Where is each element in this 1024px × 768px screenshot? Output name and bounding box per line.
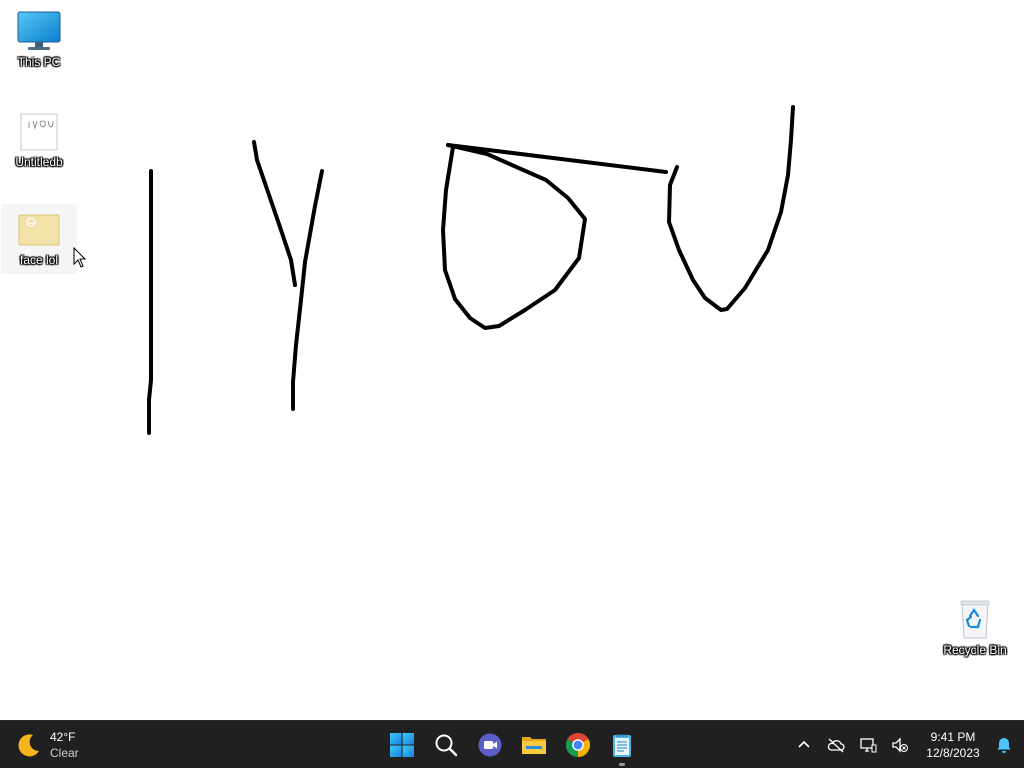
windows-logo-icon <box>390 733 414 757</box>
cloud-offline-icon <box>827 738 845 753</box>
moon-icon <box>18 734 39 757</box>
clock-button[interactable]: 9:41 PM 12/8/2023 <box>918 729 988 761</box>
desktop-icon-untitledb[interactable]: Untitledb <box>1 106 77 176</box>
taskbar: 42°F Clear 9:41 PM 12/8/2023 <box>0 720 1024 768</box>
show-hidden-icons-button[interactable] <box>788 727 820 763</box>
weather-temperature: 42°F <box>50 730 76 744</box>
stroke-letter-u <box>667 105 795 312</box>
search-icon <box>435 734 458 757</box>
chevron-up-icon <box>798 740 810 748</box>
weather-condition: Clear <box>50 746 79 760</box>
desktop-icon-label: face lol <box>19 253 59 267</box>
notepad-icon <box>613 734 631 757</box>
chrome-button[interactable] <box>556 723 600 767</box>
chrome-icon <box>565 733 590 758</box>
desktop-icon-label: This PC <box>17 55 61 69</box>
mouse-pointer-icon <box>73 247 87 268</box>
video-chat-icon <box>478 733 502 757</box>
monitor-icon <box>17 11 61 50</box>
running-indicator <box>619 763 625 766</box>
desktop-icon-this-pc[interactable]: This PC <box>1 6 77 76</box>
recycle-bin-icon <box>960 600 990 639</box>
network-icon <box>860 738 877 753</box>
search-button[interactable] <box>424 723 468 767</box>
file-explorer-button[interactable] <box>512 723 556 767</box>
weather-widget[interactable]: 42°F Clear <box>14 727 79 763</box>
desktop-icon-label: Recycle Bin <box>943 643 1007 657</box>
network-button[interactable] <box>852 727 884 763</box>
bell-icon <box>997 738 1011 753</box>
clock-time: 9:41 PM <box>930 730 976 744</box>
desktop-icon-face-lol[interactable]: face lol <box>1 204 77 274</box>
stroke-crossbar <box>446 143 668 174</box>
volume-muted-icon <box>892 737 908 753</box>
chat-button[interactable] <box>468 723 512 767</box>
stroke-letter-y-left <box>252 140 297 287</box>
desktop-icon-recycle-bin[interactable]: Recycle Bin <box>937 594 1013 664</box>
system-tray: 9:41 PM 12/8/2023 <box>788 721 1024 768</box>
taskbar-apps <box>380 723 644 767</box>
stroke-letter-o <box>441 143 587 330</box>
folder-icon <box>522 737 546 754</box>
stroke-letter-y-right <box>291 169 324 411</box>
image-file-icon <box>20 113 58 151</box>
volume-button[interactable] <box>884 727 916 763</box>
start-button[interactable] <box>380 723 424 767</box>
image-file-icon <box>18 214 60 246</box>
freehand-drawing <box>147 105 795 435</box>
notifications-button[interactable] <box>988 727 1020 763</box>
onedrive-button[interactable] <box>820 727 852 763</box>
notepad-button[interactable] <box>600 723 644 767</box>
desktop[interactable]: This PC Untitledb face lol Recycle Bin <box>0 0 1024 720</box>
desktop-icon-label: Untitledb <box>15 155 63 169</box>
stroke-letter-i <box>147 169 153 435</box>
clock-date: 12/8/2023 <box>926 746 980 760</box>
